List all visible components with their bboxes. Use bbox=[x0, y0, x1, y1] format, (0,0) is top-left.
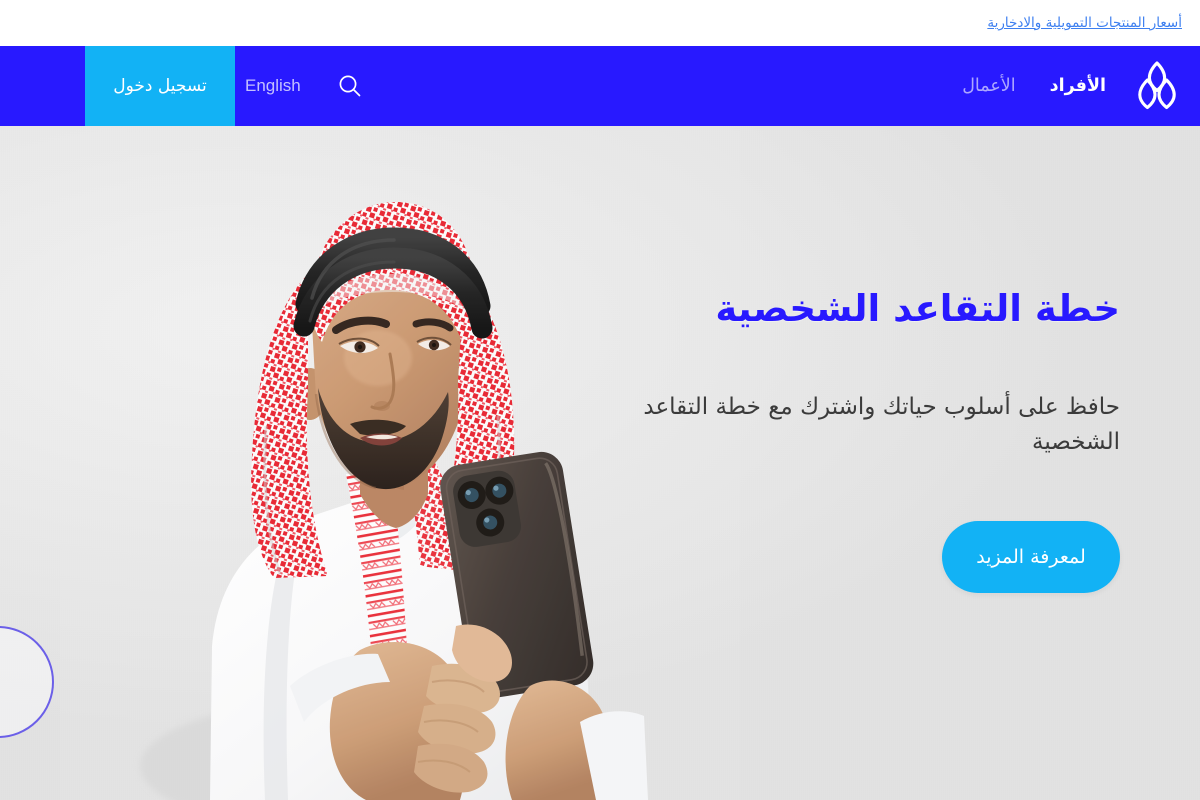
page-root: أسعار المنتجات التمويلية والادخارية الأف… bbox=[0, 0, 1200, 800]
nav-left-edge bbox=[0, 46, 85, 126]
hero-cta-wrapper: لمعرفة المزيد bbox=[640, 521, 1200, 594]
nav-item-business[interactable]: الأعمال bbox=[962, 46, 1015, 126]
language-switch-english[interactable]: English bbox=[235, 46, 323, 126]
decorative-circle bbox=[0, 626, 54, 738]
hero-banner: خطة التقاعد الشخصية حافظ على أسلوب حياتك… bbox=[0, 126, 1200, 800]
search-icon[interactable] bbox=[323, 46, 377, 126]
al-rajhi-bank-logo[interactable] bbox=[1118, 46, 1196, 126]
hero-image-man-with-phone bbox=[60, 126, 740, 800]
nav-right-group: English تسجيل دخول bbox=[0, 46, 377, 126]
hero-subtitle: حافظ على أسلوب حياتك واشترك مع خطة التقا… bbox=[643, 394, 1120, 455]
learn-more-button[interactable]: لمعرفة المزيد bbox=[942, 521, 1120, 594]
nav-links: الأفراد الأعمال bbox=[962, 46, 1106, 126]
utility-bar: أسعار المنتجات التمويلية والادخارية bbox=[0, 0, 1200, 46]
nav-item-individuals[interactable]: الأفراد bbox=[1050, 46, 1106, 126]
login-button[interactable]: تسجيل دخول bbox=[85, 46, 235, 126]
rates-link[interactable]: أسعار المنتجات التمويلية والادخارية bbox=[987, 15, 1182, 31]
hero-copy: خطة التقاعد الشخصية حافظ على أسلوب حياتك… bbox=[640, 286, 1200, 594]
hero-title: خطة التقاعد الشخصية bbox=[715, 287, 1120, 330]
main-navigation: الأفراد الأعمال English تسجيل دخول bbox=[0, 46, 1200, 126]
